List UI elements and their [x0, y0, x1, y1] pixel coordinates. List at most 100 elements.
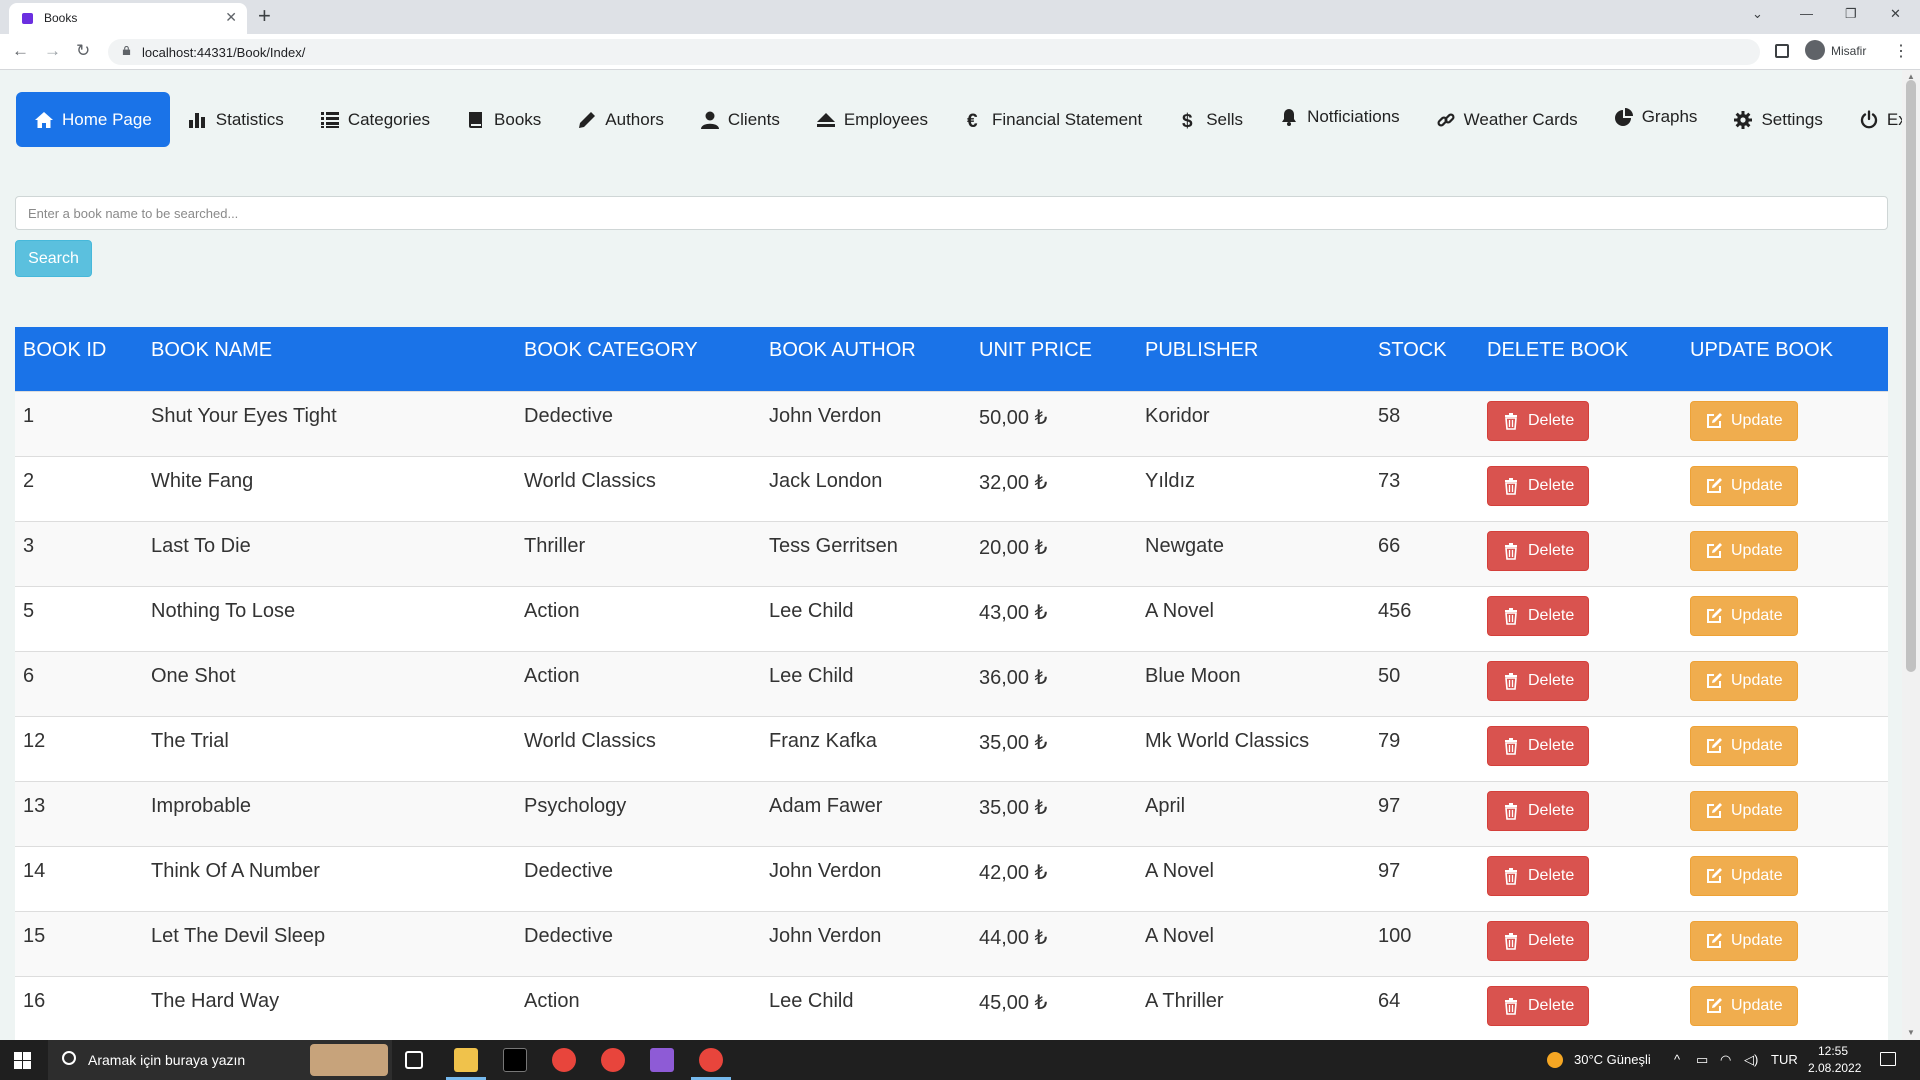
cell-publisher: A Thriller: [1137, 975, 1370, 1040]
delete-button[interactable]: Delete: [1487, 790, 1590, 831]
update-button[interactable]: Update: [1690, 790, 1798, 831]
update-button[interactable]: Update: [1690, 725, 1798, 766]
delete-button[interactable]: Delete: [1487, 855, 1590, 896]
wifi-icon[interactable]: ◠: [1720, 1052, 1731, 1068]
nav-authors[interactable]: Authors: [559, 92, 682, 147]
clock[interactable]: 12:55 2.08.2022: [1808, 1043, 1861, 1077]
delete-button[interactable]: Delete: [1487, 985, 1590, 1026]
weather-text[interactable]: 30°C Güneşli: [1574, 1052, 1651, 1067]
cell-book-category: Thriller: [516, 520, 761, 586]
cell-book-id: 1: [15, 390, 143, 456]
chevron-up-icon[interactable]: ^: [1674, 1052, 1680, 1067]
table-row: 1 Shut Your Eyes Tight Dedective John Verdo…: [15, 390, 1888, 456]
update-button[interactable]: Update: [1690, 595, 1798, 636]
cell-unit-price: 35,00 ₺: [971, 715, 1137, 781]
chrome-active-icon[interactable]: [699, 1048, 723, 1072]
nav-label: Categories: [347, 109, 431, 129]
trash-icon: [1505, 932, 1517, 950]
delete-button[interactable]: Delete: [1487, 530, 1590, 571]
browser-tab[interactable]: Books ✕: [9, 3, 247, 34]
minimize-icon[interactable]: —: [1800, 6, 1813, 21]
close-tab-icon[interactable]: ✕: [225, 9, 237, 26]
nav-home-page[interactable]: Home Page: [16, 92, 170, 147]
cell-delete: Delete: [1479, 585, 1682, 651]
new-tab-icon[interactable]: +: [258, 3, 271, 29]
delete-label: Delete: [1528, 671, 1575, 689]
task-view-icon[interactable]: [405, 1051, 423, 1069]
nav-settings[interactable]: Settings: [1715, 92, 1840, 147]
scroll-down-icon[interactable]: ▼: [1907, 1028, 1915, 1037]
delete-button[interactable]: Delete: [1487, 595, 1590, 636]
nav-weather-cards[interactable]: Weather Cards: [1418, 92, 1596, 147]
nav-label: Notficiations: [1307, 106, 1400, 126]
cell-stock: 97: [1370, 845, 1479, 911]
url-field[interactable]: localhost:44331/Book/Index/: [108, 39, 1760, 65]
nav-books[interactable]: Books: [448, 92, 559, 147]
language-indicator[interactable]: TUR: [1771, 1052, 1798, 1067]
update-label: Update: [1731, 671, 1783, 689]
pencil-icon: [579, 111, 596, 128]
battery-icon[interactable]: ▭: [1696, 1052, 1708, 1068]
cell-book-id: 2: [15, 455, 143, 521]
search-highlight-image: [310, 1044, 388, 1076]
visual-studio-icon[interactable]: [650, 1048, 674, 1072]
delete-button[interactable]: Delete: [1487, 660, 1590, 701]
update-button[interactable]: Update: [1690, 465, 1798, 506]
forward-icon[interactable]: →: [44, 41, 61, 61]
nav-financial-statement[interactable]: € Financial Statement: [946, 92, 1160, 147]
delete-button[interactable]: Delete: [1487, 465, 1590, 506]
side-panel-icon[interactable]: [1775, 44, 1789, 58]
cell-publisher: Blue Moon: [1137, 650, 1370, 716]
cell-stock: 456: [1370, 585, 1479, 651]
nav-notficiations[interactable]: Notficiations: [1261, 89, 1418, 144]
close-window-icon[interactable]: ✕: [1890, 6, 1901, 22]
notification-icon[interactable]: [1880, 1052, 1896, 1066]
nav-exit[interactable]: Exit: [1841, 92, 1902, 147]
cell-book-category: World Classics: [516, 715, 761, 781]
chrome-profile-icon[interactable]: [601, 1048, 625, 1072]
update-button[interactable]: Update: [1690, 920, 1798, 961]
table-row: 14 Think Of A Number Dedective John Verdon 4…: [15, 845, 1888, 911]
taskbar-search-box[interactable]: Aramak için buraya yazın: [48, 1040, 392, 1080]
table-row: 13 Improbable Psychology Adam Fawer 35,00 ₺ A…: [15, 780, 1888, 846]
nav-sells[interactable]: $ Sells: [1160, 92, 1261, 147]
file-explorer-icon[interactable]: [454, 1048, 478, 1072]
menu-icon[interactable]: ⋮: [1893, 41, 1909, 61]
delete-button[interactable]: Delete: [1487, 725, 1590, 766]
tab-search-icon[interactable]: ⌄: [1752, 6, 1763, 22]
profile-button[interactable]: Misafir: [1805, 40, 1866, 62]
delete-button[interactable]: Delete: [1487, 400, 1590, 441]
book-search-input[interactable]: [15, 196, 1888, 230]
cell-delete: Delete: [1479, 650, 1682, 716]
restore-icon[interactable]: ❐: [1845, 6, 1857, 22]
weather-sun-icon[interactable]: [1547, 1052, 1563, 1068]
update-button[interactable]: Update: [1690, 985, 1798, 1026]
update-button[interactable]: Update: [1690, 530, 1798, 571]
cell-update: Update: [1682, 455, 1888, 521]
delete-label: Delete: [1528, 996, 1575, 1014]
edit-icon: [1707, 802, 1722, 818]
back-icon[interactable]: ←: [12, 41, 29, 61]
page-scrollbar[interactable]: ▲ ▼: [1902, 70, 1920, 1040]
delete-button[interactable]: Delete: [1487, 920, 1590, 961]
nav-employees[interactable]: Employees: [798, 92, 946, 147]
nav-clients[interactable]: Clients: [682, 92, 798, 147]
nav-statistics[interactable]: Statistics: [170, 92, 302, 147]
update-button[interactable]: Update: [1690, 855, 1798, 896]
scroll-thumb[interactable]: [1906, 80, 1916, 672]
update-label: Update: [1731, 931, 1783, 949]
chrome-icon[interactable]: [552, 1048, 576, 1072]
tab-title: Books: [44, 11, 78, 25]
delete-label: Delete: [1528, 931, 1575, 949]
search-button[interactable]: Search: [15, 240, 92, 277]
volume-icon[interactable]: ◁): [1744, 1052, 1758, 1068]
update-button[interactable]: Update: [1690, 660, 1798, 701]
nav-graphs[interactable]: Graphs: [1596, 89, 1716, 144]
nav-categories[interactable]: Categories: [302, 92, 448, 147]
reload-icon[interactable]: ↻: [76, 41, 90, 61]
terminal-icon[interactable]: [503, 1048, 527, 1072]
cell-book-id: 3: [15, 520, 143, 586]
update-button[interactable]: Update: [1690, 400, 1798, 441]
windows-start-icon[interactable]: [14, 1052, 31, 1069]
svg-text:$: $: [1182, 111, 1193, 130]
